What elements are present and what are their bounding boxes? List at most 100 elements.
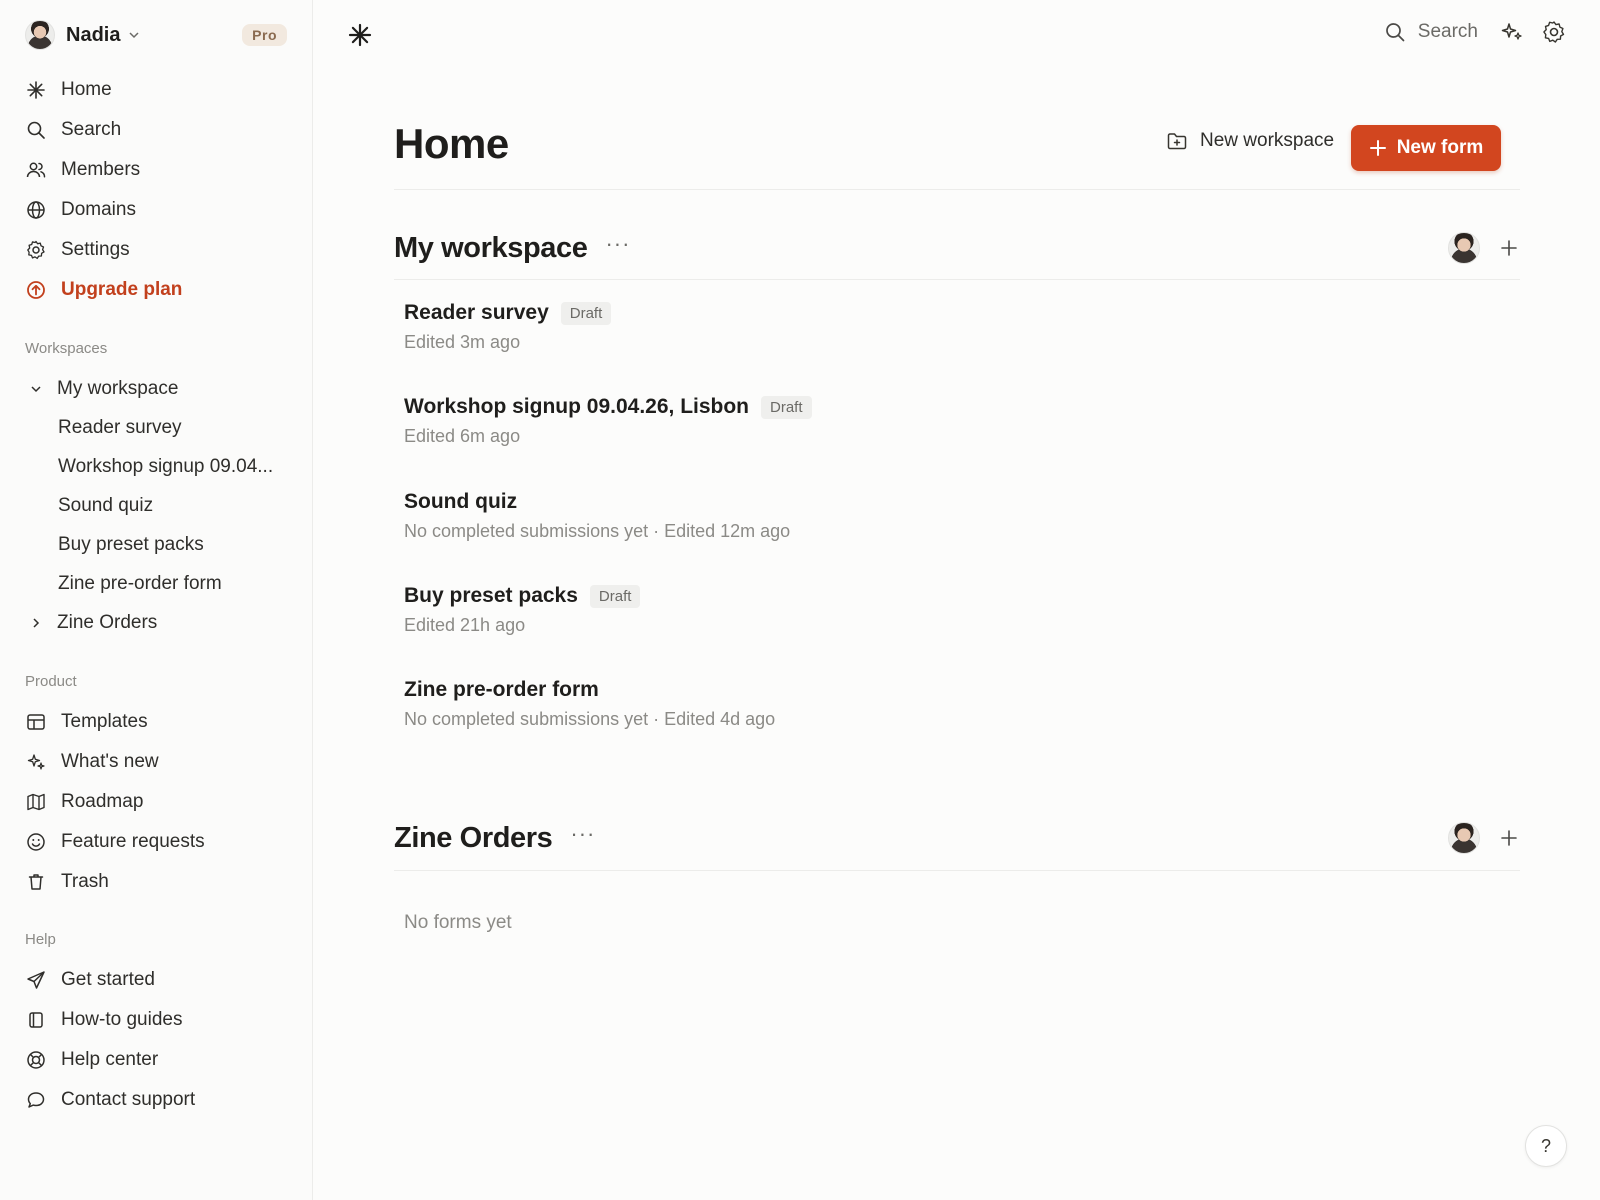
user-name: Nadia xyxy=(66,23,121,46)
more-options-icon[interactable]: ··· xyxy=(570,823,595,853)
divider xyxy=(394,279,1520,280)
gear-icon xyxy=(25,239,47,261)
form-item-workshop-signup[interactable]: Workshop signup 09.04.26, Lisbon Draft Ed… xyxy=(404,392,812,447)
tree-form-buy-preset-packs[interactable]: Buy preset packs xyxy=(25,525,287,564)
divider xyxy=(394,189,1520,190)
new-form-button[interactable]: New form xyxy=(1351,125,1501,171)
tree-item-label: Zine Orders xyxy=(57,611,158,633)
form-meta: Edited 21h ago xyxy=(404,615,526,635)
tree-item-label: Zine pre-order form xyxy=(58,572,222,594)
nav-templates[interactable]: Templates xyxy=(25,702,287,742)
folder-plus-icon xyxy=(1167,133,1187,150)
nav-members[interactable]: Members xyxy=(25,150,287,190)
nav-get-started[interactable]: Get started xyxy=(25,960,287,1000)
users-icon xyxy=(25,159,47,181)
tree-item-label: Reader survey xyxy=(58,416,182,438)
nav-templates-label: Templates xyxy=(61,711,148,732)
nav-roadmap-label: Roadmap xyxy=(61,791,144,812)
gear-icon[interactable] xyxy=(1542,20,1566,44)
more-options-icon[interactable]: ··· xyxy=(605,233,630,263)
form-item-sound-quiz[interactable]: Sound quiz No completed submissions yet … xyxy=(404,487,790,542)
workspace-header-zine-orders: Zine Orders ··· xyxy=(394,816,1520,860)
map-icon xyxy=(25,791,47,813)
tree-item-label: My workspace xyxy=(57,377,179,399)
form-title: Zine pre-order form xyxy=(404,678,599,701)
asterisk-logo-icon[interactable] xyxy=(347,22,373,48)
trash-icon xyxy=(25,871,47,893)
status-badge: Draft xyxy=(589,584,641,608)
tree-form-reader-survey[interactable]: Reader survey xyxy=(25,408,287,447)
plan-badge: Pro xyxy=(242,24,287,46)
lifebuoy-icon xyxy=(25,1049,47,1071)
tree-form-sound-quiz[interactable]: Sound quiz xyxy=(25,486,287,525)
chat-icon xyxy=(25,1089,47,1111)
status-badge: Draft xyxy=(560,301,612,325)
main-content: Search Home New workspace New form My wo… xyxy=(313,0,1600,1200)
nav-upgrade-label: Upgrade plan xyxy=(61,279,183,300)
new-workspace-button[interactable]: New workspace xyxy=(1166,130,1334,152)
nav-roadmap[interactable]: Roadmap xyxy=(25,782,287,822)
nav-home[interactable]: Home xyxy=(25,70,287,110)
layout-icon xyxy=(25,711,47,733)
form-meta: No completed submissions yet · Edited 4d… xyxy=(404,709,776,729)
tree-item-label: Workshop signup 09.04... xyxy=(58,455,274,477)
form-title: Reader survey xyxy=(404,301,549,324)
nav-home-label: Home xyxy=(61,79,112,100)
smile-icon xyxy=(25,831,47,853)
form-title: Workshop signup 09.04.26, Lisbon xyxy=(404,395,750,418)
nav-settings[interactable]: Settings xyxy=(25,230,287,270)
nav-whats-new[interactable]: What's new xyxy=(25,742,287,782)
nav-trash-label: Trash xyxy=(61,871,109,892)
form-meta: No completed submissions yet · Edited 12… xyxy=(404,521,791,541)
help-section-label: Help xyxy=(25,931,56,948)
send-icon xyxy=(25,969,47,991)
member-avatar[interactable] xyxy=(1448,822,1480,854)
nav-contact-support[interactable]: Contact support xyxy=(25,1080,287,1120)
tree-zine-orders[interactable]: Zine Orders xyxy=(25,603,287,642)
sidebar: Nadia Pro Home Search Members Domains Se… xyxy=(0,0,313,1200)
form-title: Buy preset packs xyxy=(404,584,578,607)
nav-settings-label: Settings xyxy=(61,239,130,260)
top-toolbar: Search xyxy=(1384,20,1566,44)
form-meta: Edited 6m ago xyxy=(404,426,521,446)
workspace-title[interactable]: My workspace xyxy=(394,232,588,265)
chevron-down-icon xyxy=(129,32,139,39)
top-search-button[interactable]: Search xyxy=(1384,21,1478,43)
nav-upgrade-plan[interactable]: Upgrade plan xyxy=(25,270,287,310)
main-nav: Home Search Members Domains Settings Upg… xyxy=(25,70,287,310)
add-form-icon[interactable] xyxy=(1498,237,1520,259)
nav-search[interactable]: Search xyxy=(25,110,287,150)
member-avatar[interactable] xyxy=(1448,232,1480,264)
tree-item-label: Sound quiz xyxy=(58,494,154,516)
workspace-title[interactable]: Zine Orders xyxy=(394,822,553,855)
plus-icon xyxy=(1369,140,1386,156)
tree-form-workshop-signup[interactable]: Workshop signup 09.04... xyxy=(25,447,287,486)
empty-state-text: No forms yet xyxy=(404,912,512,933)
nav-how-to-guides[interactable]: How-to guides xyxy=(25,1000,287,1040)
workspace-header-my-workspace: My workspace ··· xyxy=(394,226,1520,270)
tree-my-workspace[interactable]: My workspace xyxy=(25,369,287,408)
ai-sparkles-icon[interactable] xyxy=(1500,20,1524,44)
nav-contact-support-label: Contact support xyxy=(61,1089,196,1110)
user-switcher[interactable]: Nadia Pro xyxy=(25,18,287,52)
nav-help-center[interactable]: Help center xyxy=(25,1040,287,1080)
form-item-zine-preorder[interactable]: Zine pre-order form No completed submiss… xyxy=(404,675,775,730)
nav-feature-requests-label: Feature requests xyxy=(61,831,205,852)
help-button[interactable]: ? xyxy=(1525,1125,1567,1167)
product-nav: Templates What's new Roadmap Feature req… xyxy=(25,702,287,902)
tree-item-label: Buy preset packs xyxy=(58,533,204,555)
form-item-reader-survey[interactable]: Reader survey Draft Edited 3m ago xyxy=(404,298,612,353)
tree-form-zine-preorder[interactable]: Zine pre-order form xyxy=(25,564,287,603)
nav-domains[interactable]: Domains xyxy=(25,190,287,230)
form-item-buy-preset-packs[interactable]: Buy preset packs Draft Edited 21h ago xyxy=(404,581,641,636)
nav-help-center-label: Help center xyxy=(61,1049,159,1070)
nav-how-to-guides-label: How-to guides xyxy=(61,1009,183,1030)
nav-feature-requests[interactable]: Feature requests xyxy=(25,822,287,862)
add-form-icon[interactable] xyxy=(1498,827,1520,849)
nav-trash[interactable]: Trash xyxy=(25,862,287,902)
arrow-up-circle-icon xyxy=(25,279,47,301)
book-icon xyxy=(25,1009,47,1031)
top-search-label: Search xyxy=(1417,21,1478,42)
new-form-label: New form xyxy=(1396,137,1484,158)
nav-get-started-label: Get started xyxy=(61,969,155,990)
